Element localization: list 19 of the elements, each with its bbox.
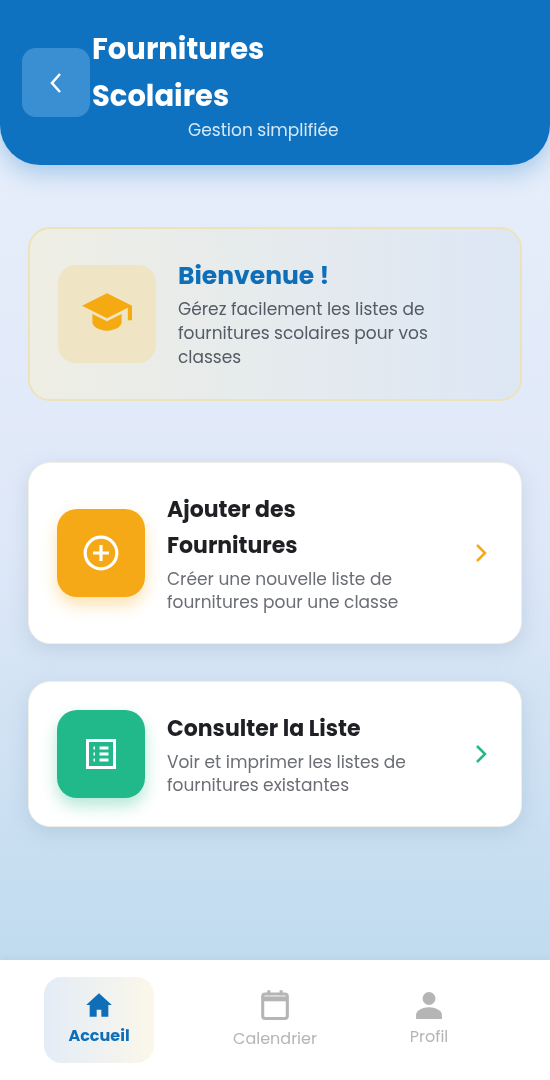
action-card[interactable]: Consulter la Liste Voir et imprimer les listes de fournitures existantes bbox=[28, 681, 522, 827]
back-button[interactable] bbox=[22, 48, 90, 117]
list-icon bbox=[83, 736, 119, 772]
app-subtitle: Gestion simplifiée bbox=[188, 118, 339, 144]
action-title: Ajouter des Fournitures bbox=[167, 493, 299, 563]
calendar-icon bbox=[260, 989, 290, 1021]
app-title: Fournitures Scolaires bbox=[92, 28, 266, 118]
plus-circle-icon bbox=[82, 534, 120, 572]
person-icon bbox=[416, 991, 442, 1019]
chevron-right-icon bbox=[475, 543, 487, 563]
action-card[interactable]: Ajouter des Fournitures Créer une nouvelle liste de fournitures pour une classe bbox=[28, 462, 522, 644]
home-icon bbox=[85, 992, 113, 1018]
nav-tab[interactable]: Accueil bbox=[44, 977, 154, 1063]
action-title: Consulter la Liste bbox=[167, 712, 362, 746]
action-description: Voir et imprimer les listes de fournitures existantes bbox=[167, 751, 407, 797]
chevron-right-icon bbox=[475, 744, 487, 764]
welcome-title: Bienvenue ! bbox=[178, 259, 331, 293]
welcome-text: Gérez facilement les listes de fournitures scolaires pour vos classes bbox=[178, 297, 429, 369]
action-description: Créer une nouvelle liste de fournitures pour une classe bbox=[167, 568, 400, 614]
